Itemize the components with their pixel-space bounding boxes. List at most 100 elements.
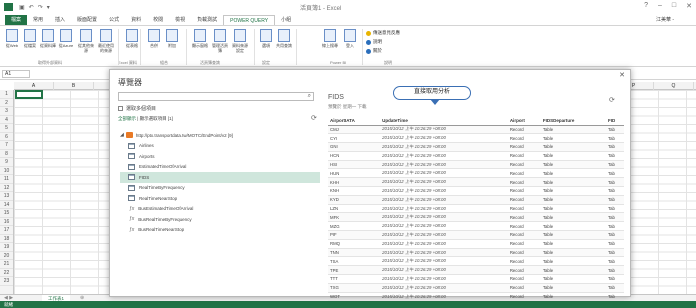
row-header[interactable]: 22 [0, 269, 13, 277]
ribbon-button-7[interactable]: 合併 [146, 29, 162, 48]
ribbon-button-6[interactable]: 從表格 [124, 29, 140, 48]
tab-9[interactable]: POWER QUERY [223, 15, 276, 25]
tree-item[interactable]: EstimatedTimeOfArrival [120, 162, 320, 173]
row-header[interactable]: 6 [0, 133, 13, 141]
minimize-icon[interactable]: – [658, 2, 662, 10]
table-cell: Record [507, 221, 541, 232]
close-window-icon[interactable]: ✕ [686, 2, 692, 10]
show-all-link[interactable]: 全部顯示 [118, 116, 136, 121]
column-header[interactable]: Airport [507, 116, 541, 126]
active-cell[interactable] [15, 90, 43, 99]
tab-0[interactable]: 檔案 [5, 15, 28, 25]
tab-6[interactable]: 校閱 [147, 15, 169, 25]
tab-10[interactable]: 小組 [275, 15, 297, 25]
undo-icon[interactable]: ↶ [29, 4, 34, 11]
tree-item[interactable]: Airlines [120, 141, 320, 152]
row-header[interactable]: 16 [0, 218, 13, 226]
row-header[interactable]: 10 [0, 167, 13, 175]
ribbon-button-5[interactable]: 最近使用的來源 [98, 29, 114, 53]
row-header[interactable]: 1 [0, 90, 13, 99]
user-signin[interactable]: 江美華 - [656, 16, 674, 23]
tab-2[interactable]: 插入 [49, 15, 71, 25]
tab-1[interactable]: 常用 [27, 15, 49, 25]
row-header[interactable]: 23 [0, 277, 13, 286]
redo-icon[interactable]: ↷ [38, 4, 43, 11]
column-header[interactable]: UpdateTime [380, 116, 508, 126]
row-header[interactable]: 7 [0, 141, 13, 150]
search-input[interactable]: ⌕ [118, 92, 314, 101]
ribbon-button-12[interactable]: 選項 [258, 29, 274, 48]
customize-qat-icon[interactable]: ▾ [47, 4, 50, 11]
ribbon-button-1[interactable]: 從檔案 [22, 29, 38, 48]
column-header[interactable]: FIDSDeparture [540, 116, 606, 126]
ribbon-button-14[interactable]: 線上搜尋 [322, 29, 338, 48]
row-header[interactable]: 14 [0, 201, 13, 209]
table-cell: Record [507, 204, 541, 214]
ribbon-button-2[interactable]: 從資料庫 [40, 29, 56, 48]
ribbon-button-3[interactable]: 從Azure [58, 29, 74, 48]
ribbon-button-0[interactable]: 從Web [4, 29, 20, 48]
row-header[interactable]: 21 [0, 260, 13, 269]
close-icon[interactable]: ✕ [619, 71, 625, 79]
ribbon-button-10[interactable]: 管理活頁簿 [212, 29, 228, 53]
tree-item[interactable]: ƒx BusRealTimeNearStop [120, 225, 320, 236]
row-header[interactable]: 15 [0, 209, 13, 218]
save-icon[interactable]: ▣ [19, 4, 25, 11]
ribbon-button-11[interactable]: 資料來源設定 [232, 29, 248, 53]
table-cell: Table [540, 186, 606, 196]
tab-4[interactable]: 公式 [103, 15, 125, 25]
row-header[interactable]: 20 [0, 252, 13, 260]
row-header[interactable]: 8 [0, 150, 13, 158]
maximize-icon[interactable]: □ [672, 2, 676, 10]
help-item-2[interactable]: 關於 [366, 48, 382, 54]
tab-8[interactable]: 負載測試 [191, 15, 223, 25]
tab-5[interactable]: 資料 [125, 15, 147, 25]
row-header[interactable]: 18 [0, 235, 13, 243]
row-header[interactable]: 13 [0, 192, 13, 201]
column-header[interactable]: AirportIATA [328, 116, 381, 126]
table-row: HCN 2015/10/12 上午 10:26:29 +08:00 Record Ta… [328, 151, 624, 161]
show-selected-link[interactable]: | 顯示選取項目 [1] [137, 116, 173, 121]
help-item-0[interactable]: 傳送意見反應 [366, 30, 400, 36]
ribbon-button-4[interactable]: 從其他來源 [78, 29, 94, 53]
row-header[interactable]: 11 [0, 175, 13, 184]
navigator-tree: ◢ http://ptx.transportdata.tw/MOTC/EndPoi… [120, 130, 320, 235]
multi-select-checkbox[interactable]: 選取多個項目 [118, 105, 156, 112]
row-header[interactable]: 5 [0, 124, 13, 133]
refresh-icon[interactable]: ⟳ [311, 114, 317, 122]
row-header[interactable]: 9 [0, 158, 13, 167]
tree-item[interactable]: RealTimeByFrequency [120, 183, 320, 194]
table-row: MFK 2015/10/12 上午 10:26:29 +08:00 Record Ta… [328, 212, 624, 223]
tab-7[interactable]: 檢視 [169, 15, 191, 25]
row-header[interactable]: 19 [0, 243, 13, 252]
tree-item[interactable]: FIDS [120, 172, 320, 183]
annotation-callout: 直接取用分析 [393, 86, 471, 100]
tree-item[interactable]: ◢ http://ptx.transportdata.tw/MOTC/EndPoi… [120, 130, 320, 141]
row-header[interactable]: 2 [0, 99, 13, 107]
search-icon[interactable]: ⌕ [308, 93, 311, 100]
tab-3[interactable]: 版面配置 [71, 15, 103, 25]
column-header[interactable]: Q [654, 82, 694, 90]
row-header[interactable]: 4 [0, 116, 13, 124]
name-box[interactable]: A1 [2, 70, 30, 78]
ribbon-button-8[interactable]: 附加 [164, 29, 180, 48]
ribbon-button-15[interactable]: 登入 [342, 29, 358, 48]
column-header[interactable]: B [54, 82, 94, 90]
preview-refresh-icon[interactable]: ⟳ [609, 96, 615, 104]
help-icon[interactable]: ? [644, 2, 648, 10]
column-header[interactable]: A [14, 82, 54, 90]
column-header[interactable]: FID [605, 116, 624, 126]
checkbox-box[interactable] [118, 106, 123, 111]
tree-item[interactable]: Airports [120, 151, 320, 162]
help-item-1[interactable]: 說明 [366, 39, 382, 45]
ribbon-button-13[interactable]: 共用查詢 [276, 29, 292, 48]
row-header[interactable]: 12 [0, 184, 13, 192]
tree-item[interactable]: RealTimeNearStop [120, 193, 320, 204]
tree-item[interactable]: ƒx BusEstimatedTimeOfArrival [120, 204, 320, 215]
row-header[interactable]: 3 [0, 107, 13, 116]
ribbon-button-9[interactable]: 顯示窗格 [192, 29, 208, 48]
expand-icon[interactable]: ◢ [120, 132, 124, 138]
row-header[interactable]: 17 [0, 226, 13, 235]
tree-item[interactable]: ƒx BusRealTimeByFrequency [120, 214, 320, 225]
table-cell: GNI [328, 142, 381, 152]
